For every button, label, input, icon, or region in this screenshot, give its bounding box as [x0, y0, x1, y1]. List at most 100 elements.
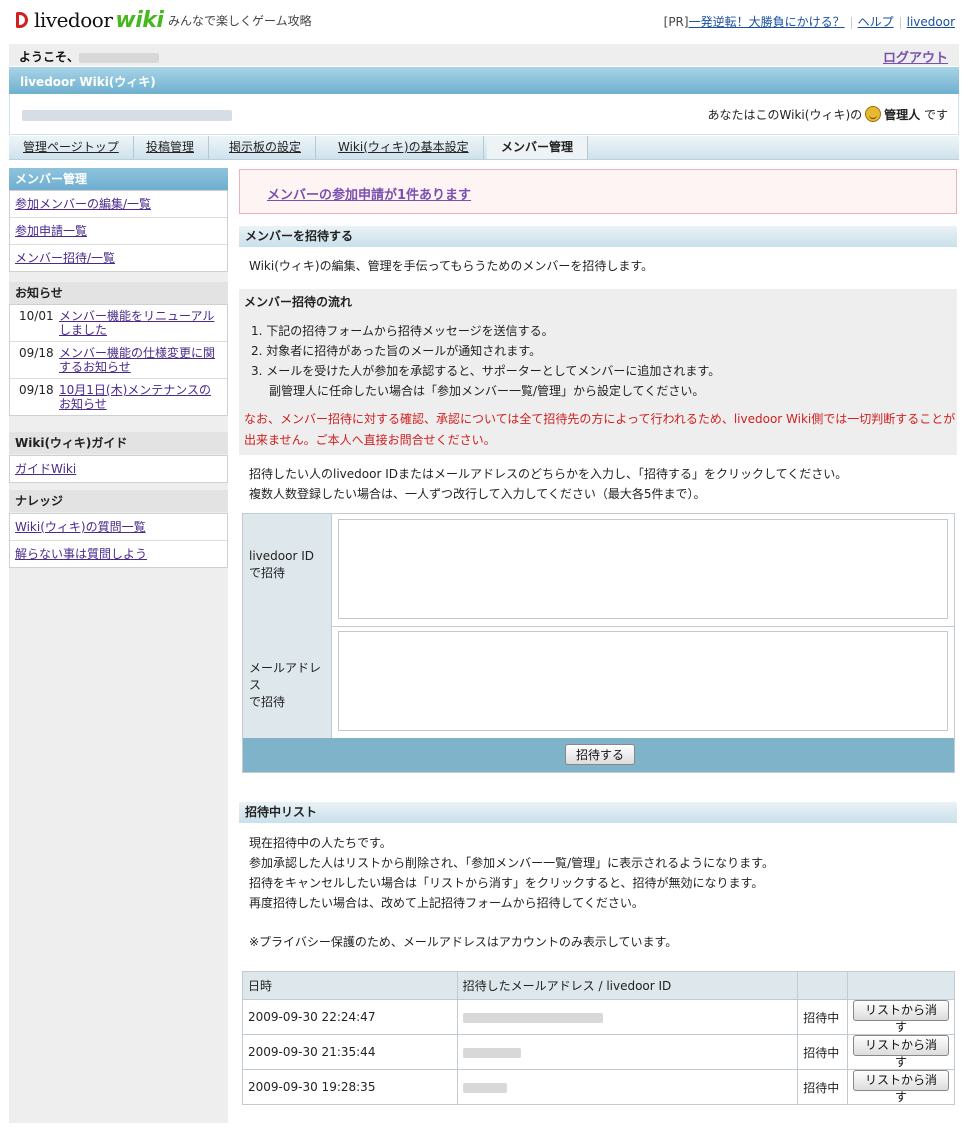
redacted-wiki-name [22, 110, 232, 121]
livedoor-wiki-logo[interactable]: livedoor wiki [14, 5, 164, 35]
role-info: あなたはこのWiki(ウィキ)の 管理人 です [708, 106, 948, 123]
table-row: 2009-09-30 22:24:47 招待中 リストから消す [242, 999, 955, 1035]
sidebar-link[interactable]: 解らない事は質問しよう [15, 547, 147, 561]
sidebar-item-questions[interactable]: Wiki(ウィキ)の質問一覧 [10, 514, 227, 541]
nav-board-settings[interactable]: 掲示板の設定 [215, 136, 317, 159]
admin-nav: 管理ページトップ 投稿管理 掲示板の設定 Wiki(ウィキ)の基本設定 メンバー… [9, 136, 959, 160]
sidebar-item-member-edit[interactable]: 参加メンバーの編集/一覧 [10, 191, 227, 218]
pr-link[interactable]: 一発逆転！大勝負にかける？ [689, 15, 845, 29]
remove-from-list-button[interactable]: リストから消す [853, 1000, 949, 1034]
sidebar-link[interactable]: 参加申請一覧 [15, 224, 87, 238]
sidebar-link[interactable]: 参加メンバーの編集/一覧 [15, 197, 151, 211]
logo-text: livedoor [34, 8, 113, 32]
sidebar-link[interactable]: ガイドWiki [15, 462, 76, 476]
invite-intro: Wiki(ウィキ)の編集、管理を手伝ってもらうためのメンバーを招待します。 [249, 259, 654, 273]
news-date: 09/18 [19, 346, 54, 360]
privacy-note: ※プライバシー保護のため、メールアドレスはアカウントのみ表示しています。 [249, 935, 678, 949]
sidebar-item-guide-wiki[interactable]: ガイドWiki [10, 456, 227, 482]
table-row: 2009-09-30 21:35:44 招待中 リストから消す [242, 1034, 955, 1070]
title-bar-text: livedoor Wiki(ウィキ) [20, 75, 156, 89]
nav-admin-top-link[interactable]: 管理ページトップ [23, 140, 119, 154]
sidebar-knowledge-list: Wiki(ウィキ)の質問一覧 解らない事は質問しよう [9, 513, 228, 568]
pending-invite-table: 日時 招待したメールアドレス / livedoor ID 2009-09-30 … [242, 971, 955, 1105]
sidebar-item-invite[interactable]: メンバー招待/一覧 [10, 245, 227, 271]
email-textarea[interactable] [338, 631, 948, 731]
flow-step: 3. メールを受けた人が参加を承認すると、サポーターとしてメンバーに追加されます… [251, 364, 721, 378]
news-item: 10/01 メンバー機能をリニューアルしました [10, 305, 227, 342]
remove-from-list-button[interactable]: リストから消す [853, 1070, 949, 1104]
nav-post-management[interactable]: 投稿管理 [132, 136, 210, 159]
news-date: 10/01 [19, 309, 54, 323]
flow-step: 1. 下記の招待フォームから招待メッセージを送信する。 [251, 324, 554, 338]
label-line: で招待 [249, 695, 286, 709]
wiki-name-bar: あなたはこのWiki(ウィキ)の 管理人 です [9, 95, 959, 135]
application-notice-link[interactable]: メンバーの参加申請が1件あります [267, 184, 471, 203]
cell-datetime: 2009-09-30 22:24:47 [242, 999, 458, 1035]
invite-instruction: 招待したい人のlivedoor IDまたはメールアドレスのどちらかを入力し、「招… [249, 467, 848, 481]
news-link[interactable]: 10月1日(木)メンテナンスのお知らせ [59, 383, 223, 411]
section-heading-invite: メンバーを招待する [239, 226, 957, 247]
sidebar-guide-list: ガイドWiki [9, 455, 228, 483]
divider [850, 16, 852, 29]
table-header-row: 日時 招待したメールアドレス / livedoor ID [242, 971, 955, 1000]
pending-line: 再度招待したい場合は、改めて上記招待フォームから招待してください。 [249, 896, 644, 910]
nav-board-settings-link[interactable]: 掲示板の設定 [229, 140, 301, 154]
cell-datetime: 2009-09-30 19:28:35 [242, 1069, 458, 1105]
sidebar-link[interactable]: Wiki(ウィキ)の質問一覧 [15, 520, 146, 534]
news-link[interactable]: メンバー機能の仕様変更に関するお知らせ [59, 346, 223, 374]
news-item: 09/18 メンバー機能の仕様変更に関するお知らせ [10, 342, 227, 379]
sidebar-item-ask[interactable]: 解らない事は質問しよう [10, 541, 227, 567]
cell-action: リストから消す [847, 999, 955, 1035]
logo-wiki-text: wiki [115, 7, 164, 33]
invite-flow-heading: メンバー招待の流れ [244, 295, 353, 309]
redacted-account [462, 1047, 521, 1058]
sidebar-item-applications[interactable]: 参加申請一覧 [10, 218, 227, 245]
column-header-status [797, 971, 849, 1000]
nav-basic-settings-link[interactable]: Wiki(ウィキ)の基本設定 [338, 140, 469, 154]
livedoor-link[interactable]: livedoor [907, 15, 955, 29]
nav-post-management-link[interactable]: 投稿管理 [146, 140, 194, 154]
form-submit-bar: 招待する [243, 738, 954, 772]
sidebar-member-list: 参加メンバーの編集/一覧 参加申請一覧 メンバー招待/一覧 [9, 190, 228, 272]
cell-action: リストから消す [847, 1034, 955, 1070]
section-heading-pending: 招待中リスト [239, 802, 957, 823]
cell-datetime: 2009-09-30 21:35:44 [242, 1034, 458, 1070]
pr-tag: [PR] [663, 15, 689, 29]
sidebar-heading-member: メンバー管理 [9, 168, 228, 190]
help-link[interactable]: ヘルプ [858, 15, 894, 29]
sidebar-link[interactable]: メンバー招待/一覧 [15, 251, 115, 265]
invite-flow-steps: 1. 下記の招待フォームから招待メッセージを送信する。 2. 対象者に招待があっ… [251, 321, 720, 401]
welcome-bar: ようこそ、 ログアウト [9, 44, 959, 66]
label-line: メールアドレス [249, 661, 322, 692]
pending-line: 招待をキャンセルしたい場合は「リストから消す」をクリックすると、招待が無効になり… [249, 876, 764, 890]
table-row: 2009-09-30 19:28:35 招待中 リストから消す [242, 1069, 955, 1105]
cell-account [456, 1069, 799, 1105]
form-row-livedoor-id: livedoor ID で招待 [243, 514, 954, 627]
column-header-account: 招待したメールアドレス / livedoor ID [456, 971, 799, 1000]
cell-status: 招待中 [797, 1069, 849, 1105]
invite-button[interactable]: 招待する [565, 744, 636, 765]
welcome-text: ようこそ、 [19, 48, 160, 65]
title-bar: livedoor Wiki(ウィキ) [9, 67, 959, 94]
application-notice: メンバーの参加申請が1件あります [239, 169, 957, 214]
nav-basic-settings[interactable]: Wiki(ウィキ)の基本設定 [324, 136, 484, 159]
invite-flow-box: メンバー招待の流れ 1. 下記の招待フォームから招待メッセージを送信する。 2.… [239, 289, 957, 455]
invite-warning: なお、メンバー招待に対する確認、承認については全て招待先の方によって行われるため… [244, 412, 956, 447]
redacted-account [462, 1082, 507, 1093]
pending-line: 現在招待中の人たちです。 [249, 836, 392, 850]
label-line: livedoor ID [249, 549, 314, 563]
livedoor-id-textarea[interactable] [338, 519, 948, 619]
sidebar-heading-news: お知らせ [9, 282, 228, 304]
nav-member-management[interactable]: メンバー管理 [487, 136, 589, 159]
flow-step: 2. 対象者に招待があった旨のメールが通知されます。 [251, 344, 542, 358]
cell-action: リストから消す [847, 1069, 955, 1105]
flow-step-note: 副管理人に任命したい場合は「参加メンバー一覧/管理」から設定してください。 [269, 384, 705, 398]
label-email: メールアドレスで招待 [243, 626, 332, 738]
greeting: ようこそ、 [19, 50, 80, 64]
nav-admin-top[interactable]: 管理ページトップ [9, 136, 134, 159]
logout-link[interactable]: ログアウト [883, 47, 948, 66]
news-link[interactable]: メンバー機能をリニューアルしました [59, 309, 223, 337]
sidebar-news-list: 10/01 メンバー機能をリニューアルしました 09/18 メンバー機能の仕様変更に… [9, 304, 228, 416]
top-header: livedoor wiki みんなで楽しくゲーム攻略 [PR]一発逆転！大勝負に… [0, 0, 975, 42]
remove-from-list-button[interactable]: リストから消す [853, 1035, 949, 1069]
